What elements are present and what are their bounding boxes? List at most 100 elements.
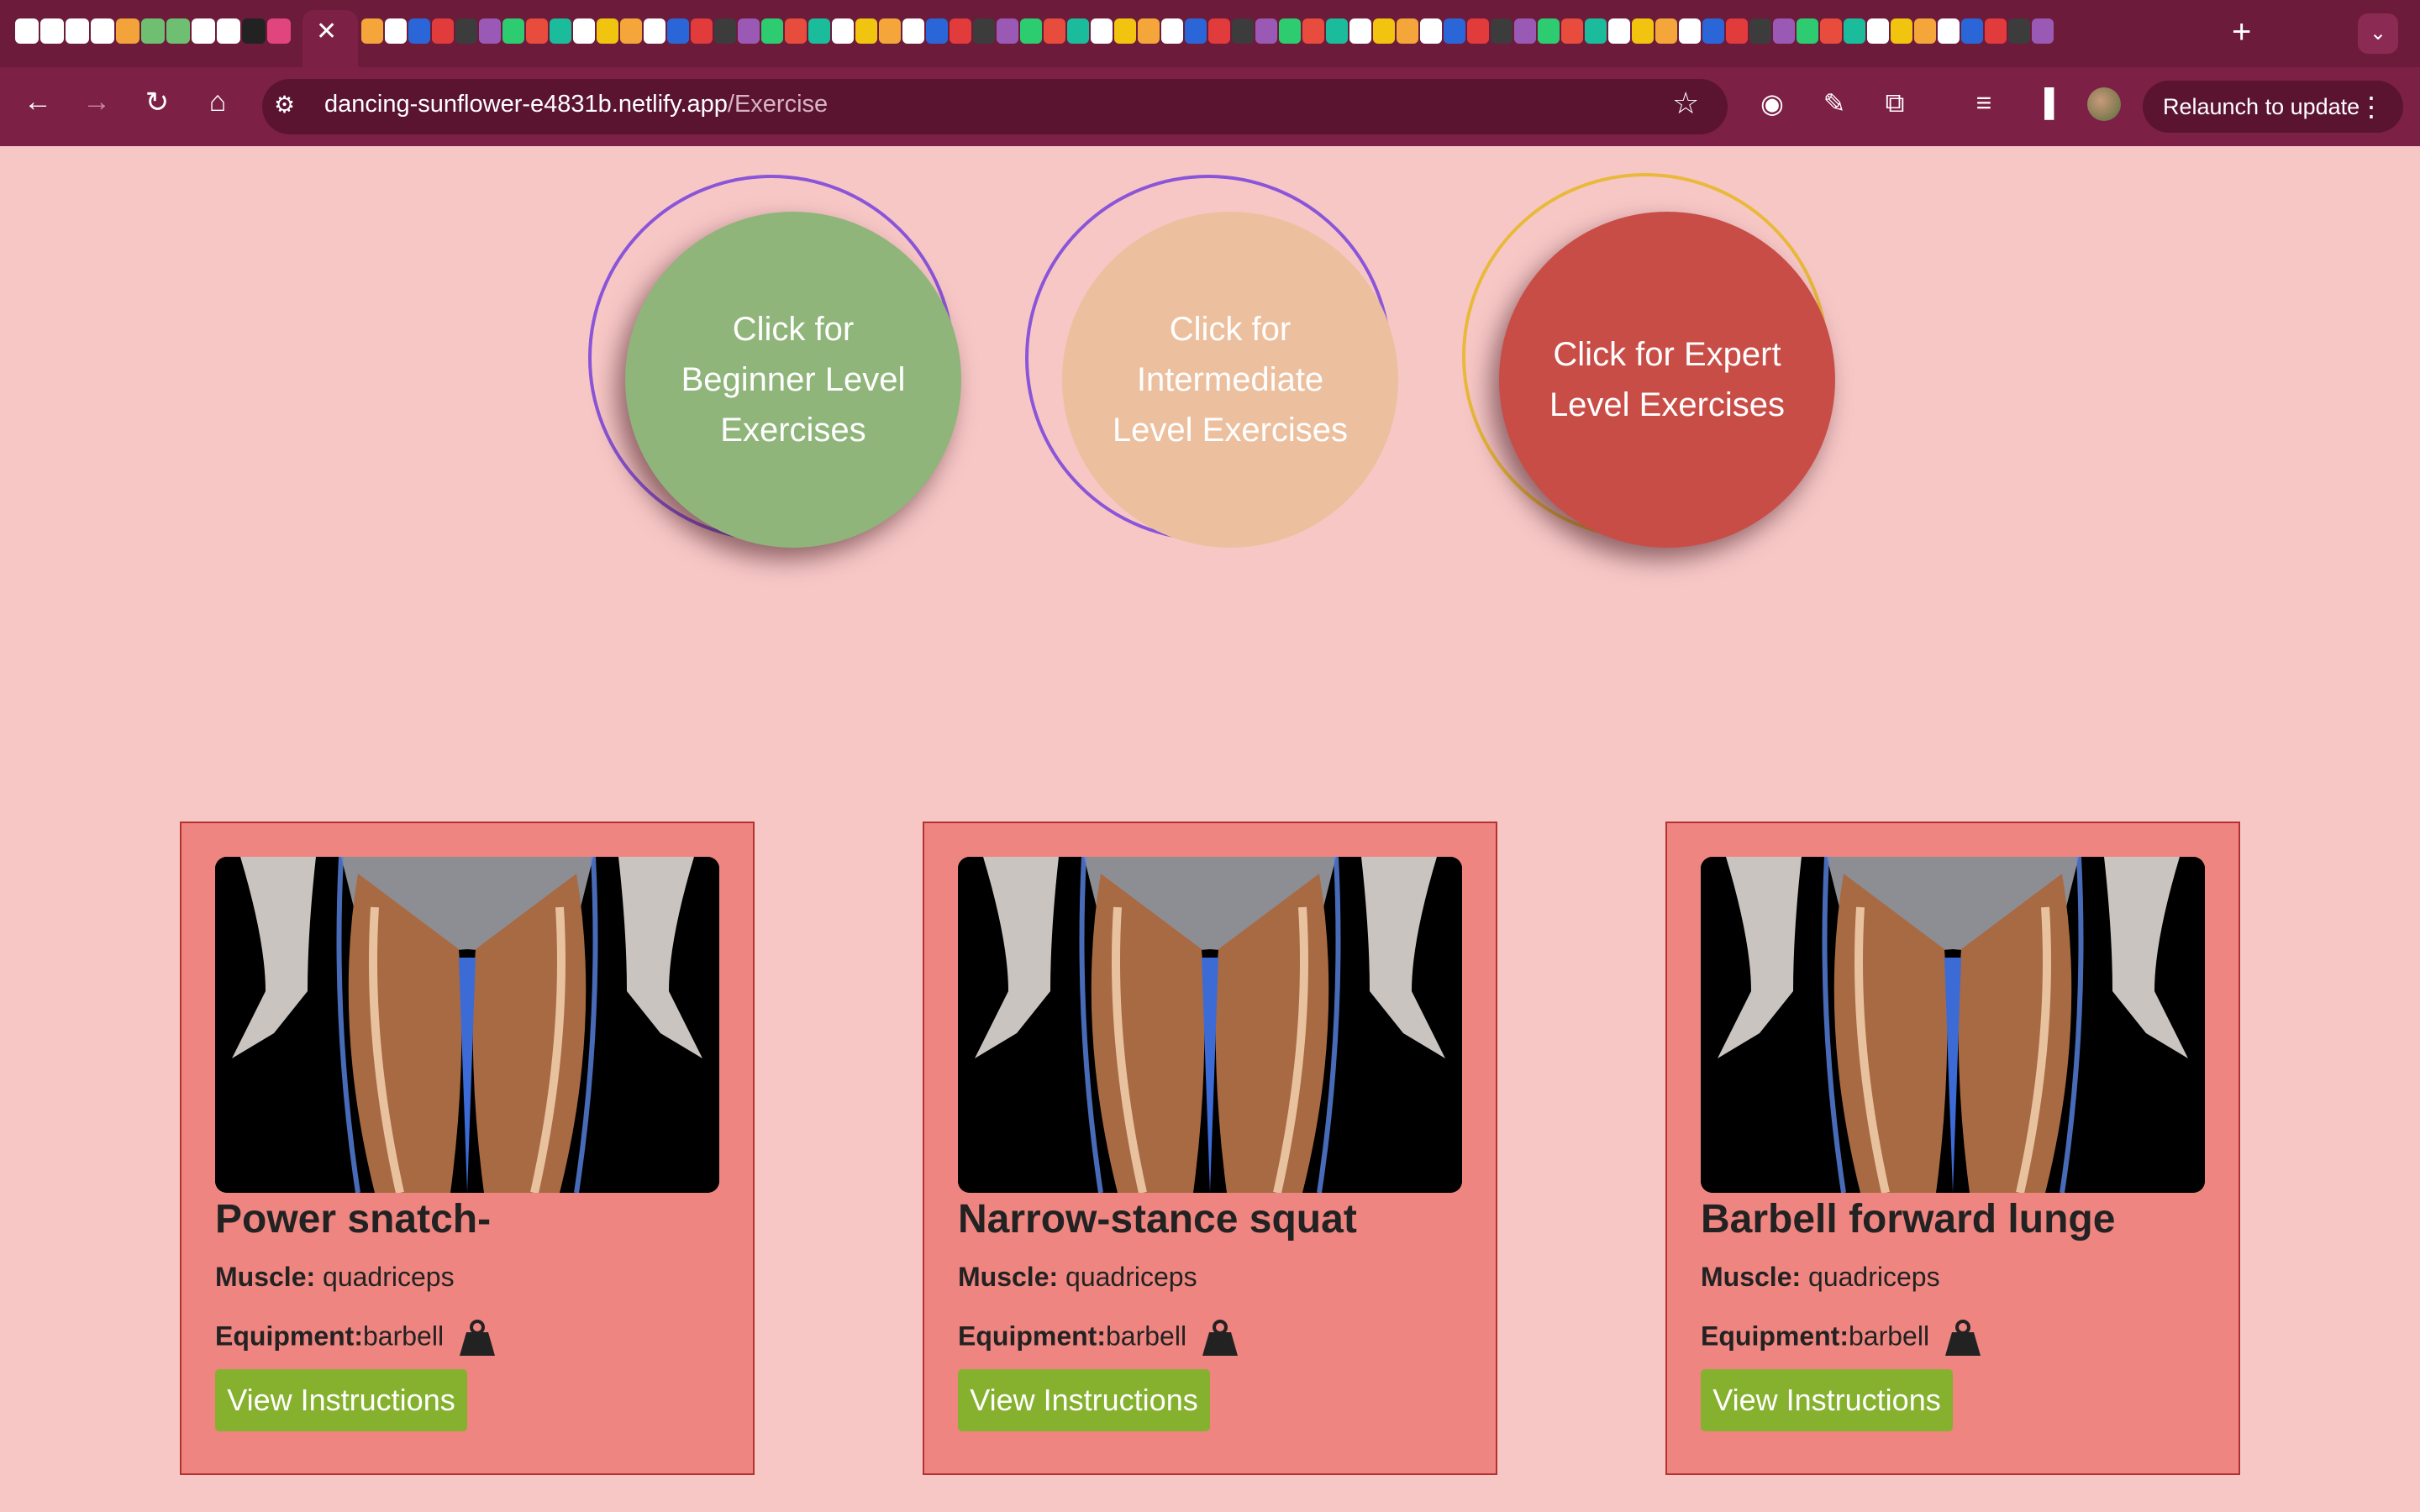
tab-favicon-icon[interactable] <box>832 18 854 44</box>
tab-favicon-icon[interactable] <box>1632 18 1654 44</box>
tab-favicon-icon[interactable] <box>1091 18 1113 44</box>
tab-favicon-icon[interactable] <box>1702 18 1724 44</box>
tab-favicon-icon[interactable] <box>1938 18 1960 44</box>
tab-favicon-icon[interactable] <box>738 18 760 44</box>
tab-favicon-icon[interactable] <box>432 18 454 44</box>
home-button[interactable]: ⌂ <box>197 86 239 118</box>
tab-favicon-icon[interactable] <box>1797 18 1818 44</box>
github-icon[interactable] <box>66 18 89 44</box>
tab-favicon-icon[interactable] <box>997 18 1018 44</box>
tab-favicon-icon[interactable] <box>1514 18 1536 44</box>
tab-favicon-icon[interactable] <box>761 18 783 44</box>
tab-favicon-icon[interactable] <box>1444 18 1465 44</box>
tab-favicon-icon[interactable] <box>1302 18 1324 44</box>
tab-favicon-icon[interactable] <box>1397 18 1418 44</box>
extension-icon[interactable]: ◉ <box>1753 87 1791 119</box>
tab-favicon-icon[interactable] <box>950 18 971 44</box>
tab-favicon-icon[interactable] <box>1232 18 1254 44</box>
tab-favicon-icon[interactable] <box>902 18 924 44</box>
tab-favicon-icon[interactable] <box>1420 18 1442 44</box>
tab-favicon-icon[interactable] <box>1867 18 1889 44</box>
tab-favicon-icon[interactable] <box>2008 18 2030 44</box>
avatar[interactable] <box>2087 87 2121 121</box>
tab-favicon-icon[interactable] <box>1726 18 1748 44</box>
tab-favicon-icon[interactable] <box>1749 18 1771 44</box>
tab-favicon-icon[interactable] <box>526 18 548 44</box>
tab-favicon-icon[interactable] <box>1326 18 1348 44</box>
tab-favicon-icon[interactable] <box>808 18 830 44</box>
expert-level-button[interactable]: Click for Expert Level Exercises <box>1499 212 1835 548</box>
tab-search-button[interactable]: ⌄ <box>2358 13 2398 54</box>
tab-favicon-icon[interactable] <box>1561 18 1583 44</box>
tab-favicon-icon[interactable] <box>385 18 407 44</box>
tab-favicon-icon[interactable] <box>1585 18 1607 44</box>
view-instructions-button[interactable]: View Instructions <box>958 1369 1210 1431</box>
tab-favicon-icon[interactable] <box>1279 18 1301 44</box>
tab-favicon-icon[interactable] <box>1773 18 1795 44</box>
view-instructions-button[interactable]: View Instructions <box>1701 1369 1953 1431</box>
url-text[interactable]: dancing-sunflower-e4831b.netlify.app/Exe… <box>324 91 828 118</box>
intermediate-level-button[interactable]: Click for Intermediate Level Exercises <box>1062 212 1398 548</box>
tab-favicon-icon[interactable] <box>855 18 877 44</box>
tab-favicon-icon[interactable] <box>502 18 524 44</box>
github-icon[interactable] <box>91 18 114 44</box>
tab-favicon-icon[interactable] <box>1961 18 1983 44</box>
tab-favicon-icon[interactable] <box>1208 18 1230 44</box>
tab-favicon-icon[interactable] <box>691 18 713 44</box>
tab-favicon-icon[interactable] <box>1844 18 1865 44</box>
tab-favicon-icon[interactable] <box>620 18 642 44</box>
view-instructions-button[interactable]: View Instructions <box>215 1369 467 1431</box>
tab-favicon-icon[interactable] <box>1161 18 1183 44</box>
tab-favicon-icon[interactable] <box>1679 18 1701 44</box>
tab-favicon-icon[interactable] <box>667 18 689 44</box>
reload-button[interactable]: ↻ <box>136 86 178 119</box>
tab-favicon-icon[interactable] <box>455 18 477 44</box>
slack-icon[interactable] <box>267 18 291 44</box>
tab-favicon-icon[interactable] <box>714 18 736 44</box>
tab-favicon-icon[interactable] <box>1467 18 1489 44</box>
tab-favicon-icon[interactable] <box>1138 18 1160 44</box>
github-icon[interactable] <box>217 18 240 44</box>
tab-favicon-icon[interactable] <box>1608 18 1630 44</box>
close-icon[interactable]: ✕ <box>316 17 337 46</box>
tab-favicon-icon[interactable] <box>1891 18 1912 44</box>
side-panel-icon[interactable]: ▐ <box>2025 87 2064 118</box>
tab-favicon-icon[interactable] <box>1020 18 1042 44</box>
site-info-icon[interactable]: ⚙ <box>274 91 295 118</box>
tab-favicon-icon[interactable] <box>973 18 995 44</box>
tab-favicon-icon[interactable] <box>1985 18 2007 44</box>
forward-button[interactable]: → <box>76 86 118 118</box>
tab-favicon-icon[interactable] <box>1067 18 1089 44</box>
relaunch-button[interactable]: Relaunch to update ⋮ <box>2143 81 2403 133</box>
tab-favicon-icon[interactable] <box>1914 18 1936 44</box>
bookmark-star-icon[interactable]: ☆ <box>1672 86 1699 121</box>
tab-favicon-icon[interactable] <box>1373 18 1395 44</box>
github-icon[interactable] <box>15 18 39 44</box>
tab-favicon-icon[interactable] <box>644 18 666 44</box>
tab-favicon-icon[interactable] <box>1185 18 1207 44</box>
tab-favicon-icon[interactable] <box>879 18 901 44</box>
w-icon[interactable] <box>166 18 190 44</box>
tab-favicon-icon[interactable] <box>550 18 571 44</box>
dev-icon[interactable] <box>242 18 266 44</box>
github-icon[interactable] <box>40 18 64 44</box>
tab-favicon-icon[interactable] <box>926 18 948 44</box>
fs-icon[interactable] <box>116 18 139 44</box>
tab-favicon-icon[interactable] <box>361 18 383 44</box>
tab-favicon-icon[interactable] <box>1491 18 1512 44</box>
tab-favicon-icon[interactable] <box>408 18 430 44</box>
puzzle-icon[interactable]: ⧉ <box>1876 87 1914 119</box>
tab-favicon-icon[interactable] <box>1538 18 1560 44</box>
back-button[interactable]: ← <box>17 86 59 118</box>
menu-icon[interactable]: ⋮ <box>2358 91 2385 123</box>
w-icon[interactable] <box>141 18 165 44</box>
media-icon[interactable]: ≡ <box>1965 87 2003 118</box>
beginner-level-button[interactable]: Click for Beginner Level Exercises <box>625 212 961 548</box>
eyedropper-icon[interactable]: ✎ <box>1815 87 1854 119</box>
tab-favicon-icon[interactable] <box>573 18 595 44</box>
tab-favicon-icon[interactable] <box>2032 18 2054 44</box>
tab-favicon-icon[interactable] <box>1114 18 1136 44</box>
tab-favicon-icon[interactable] <box>1655 18 1677 44</box>
tab-favicon-icon[interactable] <box>1349 18 1371 44</box>
tab-favicon-icon[interactable] <box>1820 18 1842 44</box>
